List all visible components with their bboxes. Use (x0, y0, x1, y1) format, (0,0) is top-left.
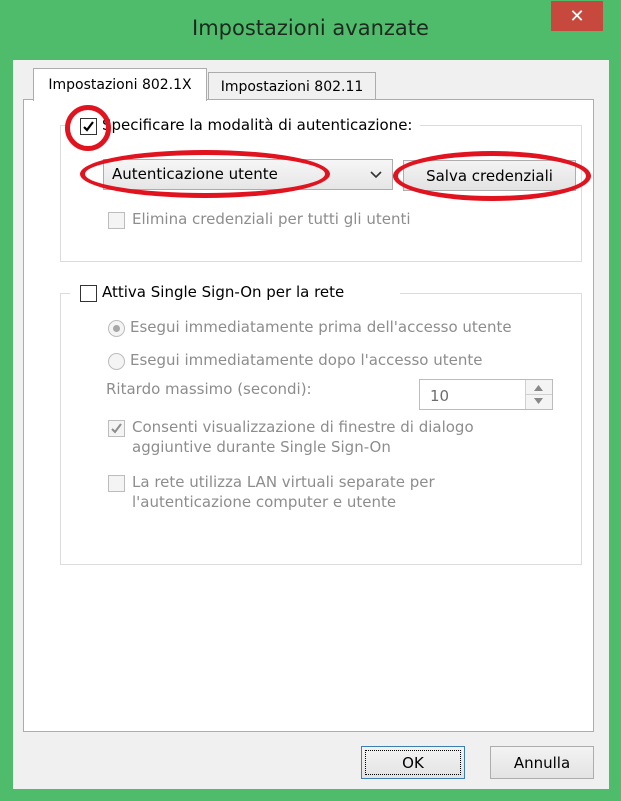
auth-mode-dropdown[interactable]: Autenticazione utente (103, 159, 393, 190)
auth-mode-label: Specificare la modalità di autenticazion… (102, 116, 413, 134)
auth-mode-selected: Autenticazione utente (112, 165, 278, 183)
vlan-label-line1: La rete utilizza LAN virtuali separate p… (132, 473, 435, 491)
sso-after-radio[interactable] (108, 353, 125, 370)
vlan-checkbox[interactable] (108, 475, 125, 492)
spin-up-icon (534, 385, 543, 391)
spin-down-icon (534, 398, 543, 404)
tab-label: Impostazioni 802.11 (220, 79, 364, 95)
chevron-down-icon (370, 171, 382, 179)
checkmark-icon (83, 121, 94, 132)
sso-label: Attiva Single Sign-On per la rete (102, 283, 345, 301)
save-credentials-button[interactable]: Salva credenziali (403, 160, 576, 191)
max-delay-value: 10 (430, 387, 450, 405)
vlan-label-line2: l'autenticazione computer e utente (132, 493, 397, 511)
cancel-button[interactable]: Annulla (490, 746, 594, 779)
tab-8021x[interactable]: Impostazioni 802.1X (33, 68, 207, 101)
sso-before-radio[interactable] (108, 320, 125, 337)
cancel-label: Annulla (513, 753, 571, 772)
checkmark-icon (111, 423, 122, 434)
window-title: Impostazioni avanzate (192, 16, 429, 40)
allow-dialogs-label-line1: Consenti visualizzazione di finestre di … (132, 418, 474, 436)
ok-button[interactable]: OK (361, 746, 465, 779)
sso-checkbox[interactable] (80, 285, 97, 302)
tab-label: Impostazioni 802.1X (48, 77, 192, 93)
save-credentials-label: Salva credenziali (426, 166, 553, 185)
allow-dialogs-label-line2: aggiuntive durante Single Sign-On (132, 438, 391, 456)
auth-mode-checkbox[interactable] (80, 118, 97, 135)
delete-credentials-checkbox[interactable] (108, 212, 125, 229)
title-bar[interactable]: Impostazioni avanzate ✕ (0, 0, 621, 60)
focus-rectangle (365, 750, 461, 775)
delete-credentials-label: Elimina credenziali per tutti gli utenti (132, 210, 411, 228)
tab-80211[interactable]: Impostazioni 802.11 (208, 72, 376, 102)
allow-dialogs-checkbox[interactable] (108, 420, 125, 437)
close-icon: ✕ (569, 5, 585, 27)
sso-before-label: Esegui immediatamente prima dell'accesso… (130, 318, 512, 336)
spin-buttons[interactable] (525, 380, 552, 409)
sso-after-label: Esegui immediatamente dopo l'accesso ute… (130, 351, 483, 369)
dialog-window: Impostazioni avanzate ✕ Impostazioni 802… (0, 0, 621, 801)
close-button[interactable]: ✕ (551, 1, 603, 31)
max-delay-spinner[interactable]: 10 (419, 379, 553, 410)
auth-groupbox (60, 125, 582, 262)
max-delay-label: Ritardo massimo (secondi): (106, 380, 312, 398)
